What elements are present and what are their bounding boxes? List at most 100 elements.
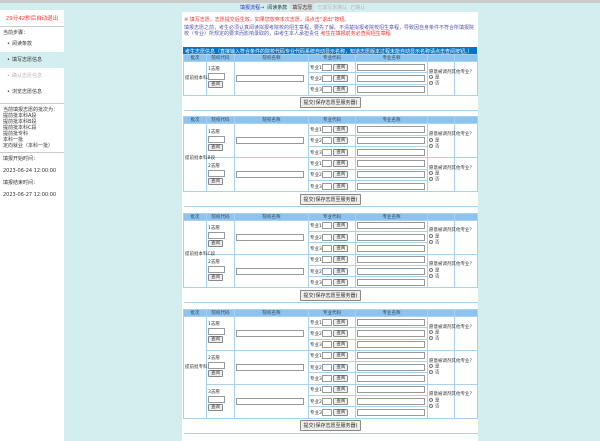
adjust-no-radio[interactable] [429,239,433,244]
adjust-no-option[interactable]: 否 [429,370,453,376]
major-code-input[interactable] [321,329,332,337]
major-code-input[interactable] [321,256,332,264]
major-query-button[interactable]: 查阅 [333,278,349,286]
major-code-input[interactable] [321,408,332,416]
major-query-button[interactable]: 查阅 [333,86,349,94]
adjust-no-option[interactable]: 否 [429,336,453,342]
major-code-input[interactable] [321,171,332,179]
major-name-input[interactable] [357,397,425,405]
adjust-yes-radio[interactable] [429,397,433,402]
school-query-button[interactable]: 查阅 [208,370,223,378]
school-query-button[interactable]: 查阅 [208,336,223,344]
major-query-button[interactable]: 查阅 [333,171,349,179]
school-name-input[interactable] [236,397,304,405]
step-read-terms[interactable]: 阅读条款 [3,36,61,52]
major-query-button[interactable]: 查阅 [333,244,349,252]
school-name-input[interactable] [236,171,304,179]
adjust-no-radio[interactable] [429,403,433,408]
major-code-input[interactable] [321,159,332,167]
major-query-button[interactable]: 查阅 [333,137,349,145]
major-code-input[interactable] [321,222,332,230]
major-query-button[interactable]: 查阅 [333,222,349,230]
school-name-input[interactable] [236,137,304,145]
step-browse-choices[interactable]: 浏览志愿信息 [3,84,61,100]
major-name-input[interactable] [357,63,425,71]
adjust-no-radio[interactable] [429,143,433,148]
major-name-input[interactable] [357,171,425,179]
major-code-input[interactable] [321,126,332,134]
adjust-no-radio[interactable] [429,370,433,375]
school-name-input[interactable] [236,267,304,275]
major-code-input[interactable] [321,278,332,286]
adjust-no-option[interactable]: 否 [429,143,453,150]
major-code-input[interactable] [321,86,332,94]
major-name-input[interactable] [357,329,425,337]
submit-button[interactable]: 提交(保存志愿至服务器) [299,193,362,205]
adjust-no-radio[interactable] [429,336,433,341]
major-code-input[interactable] [321,363,332,371]
major-query-button[interactable]: 查阅 [333,375,349,383]
major-query-button[interactable]: 查阅 [333,74,349,82]
major-name-input[interactable] [357,86,425,94]
major-query-button[interactable]: 查阅 [333,318,349,326]
major-name-input[interactable] [357,352,425,360]
school-name-input[interactable] [236,233,304,241]
major-name-input[interactable] [357,148,425,156]
major-query-button[interactable]: 查阅 [333,159,349,167]
adjust-no-option[interactable]: 否 [429,239,453,246]
major-query-button[interactable]: 查阅 [333,233,349,241]
submit-button[interactable]: 提交(保存志愿至服务器) [299,97,362,109]
major-code-input[interactable] [321,397,332,405]
major-name-input[interactable] [357,233,425,241]
major-query-button[interactable]: 查阅 [333,397,349,405]
major-code-input[interactable] [321,386,332,394]
adjust-no-option[interactable]: 否 [429,403,453,410]
school-query-button[interactable]: 查阅 [208,404,223,412]
adjust-yes-radio[interactable] [429,171,433,176]
major-code-input[interactable] [321,148,332,156]
step-fill-choices[interactable]: 填写志愿信息 [0,52,64,68]
major-name-input[interactable] [357,318,425,326]
adjust-no-option[interactable]: 否 [429,273,453,280]
adjust-yes-radio[interactable] [429,364,433,369]
major-code-input[interactable] [321,74,332,82]
adjust-yes-radio[interactable] [429,330,433,335]
major-name-input[interactable] [357,222,425,230]
major-code-input[interactable] [321,63,332,71]
school-code-input[interactable] [208,135,225,143]
adjust-no-radio[interactable] [429,273,433,278]
major-code-input[interactable] [321,182,332,190]
school-name-input[interactable] [236,329,304,337]
major-query-button[interactable]: 查阅 [333,256,349,264]
major-name-input[interactable] [357,278,425,286]
major-query-button[interactable]: 查阅 [333,126,349,134]
major-query-button[interactable]: 查阅 [333,352,349,360]
major-name-input[interactable] [357,363,425,371]
adjust-no-radio[interactable] [429,81,433,86]
major-code-input[interactable] [321,267,332,275]
major-name-input[interactable] [357,375,425,383]
major-query-button[interactable]: 查阅 [333,148,349,156]
school-name-input[interactable] [236,363,304,371]
adjust-yes-radio[interactable] [429,75,433,80]
major-code-input[interactable] [321,318,332,326]
major-query-button[interactable]: 查阅 [333,408,349,416]
school-code-input[interactable] [208,396,225,404]
school-query-button[interactable]: 查阅 [208,240,223,248]
major-name-input[interactable] [357,341,425,349]
major-query-button[interactable]: 查阅 [333,363,349,371]
major-name-input[interactable] [357,74,425,82]
major-code-input[interactable] [321,137,332,145]
major-name-input[interactable] [357,408,425,416]
major-name-input[interactable] [357,267,425,275]
adjust-yes-radio[interactable] [429,233,433,238]
major-code-input[interactable] [321,244,332,252]
major-code-input[interactable] [321,341,332,349]
adjust-yes-radio[interactable] [429,137,433,142]
major-query-button[interactable]: 查阅 [333,341,349,349]
major-query-button[interactable]: 查阅 [333,63,349,71]
submit-button[interactable]: 提交(保存志愿至服务器) [299,289,362,301]
major-name-input[interactable] [357,159,425,167]
school-code-input[interactable] [208,266,225,273]
adjust-no-option[interactable]: 否 [429,81,453,87]
